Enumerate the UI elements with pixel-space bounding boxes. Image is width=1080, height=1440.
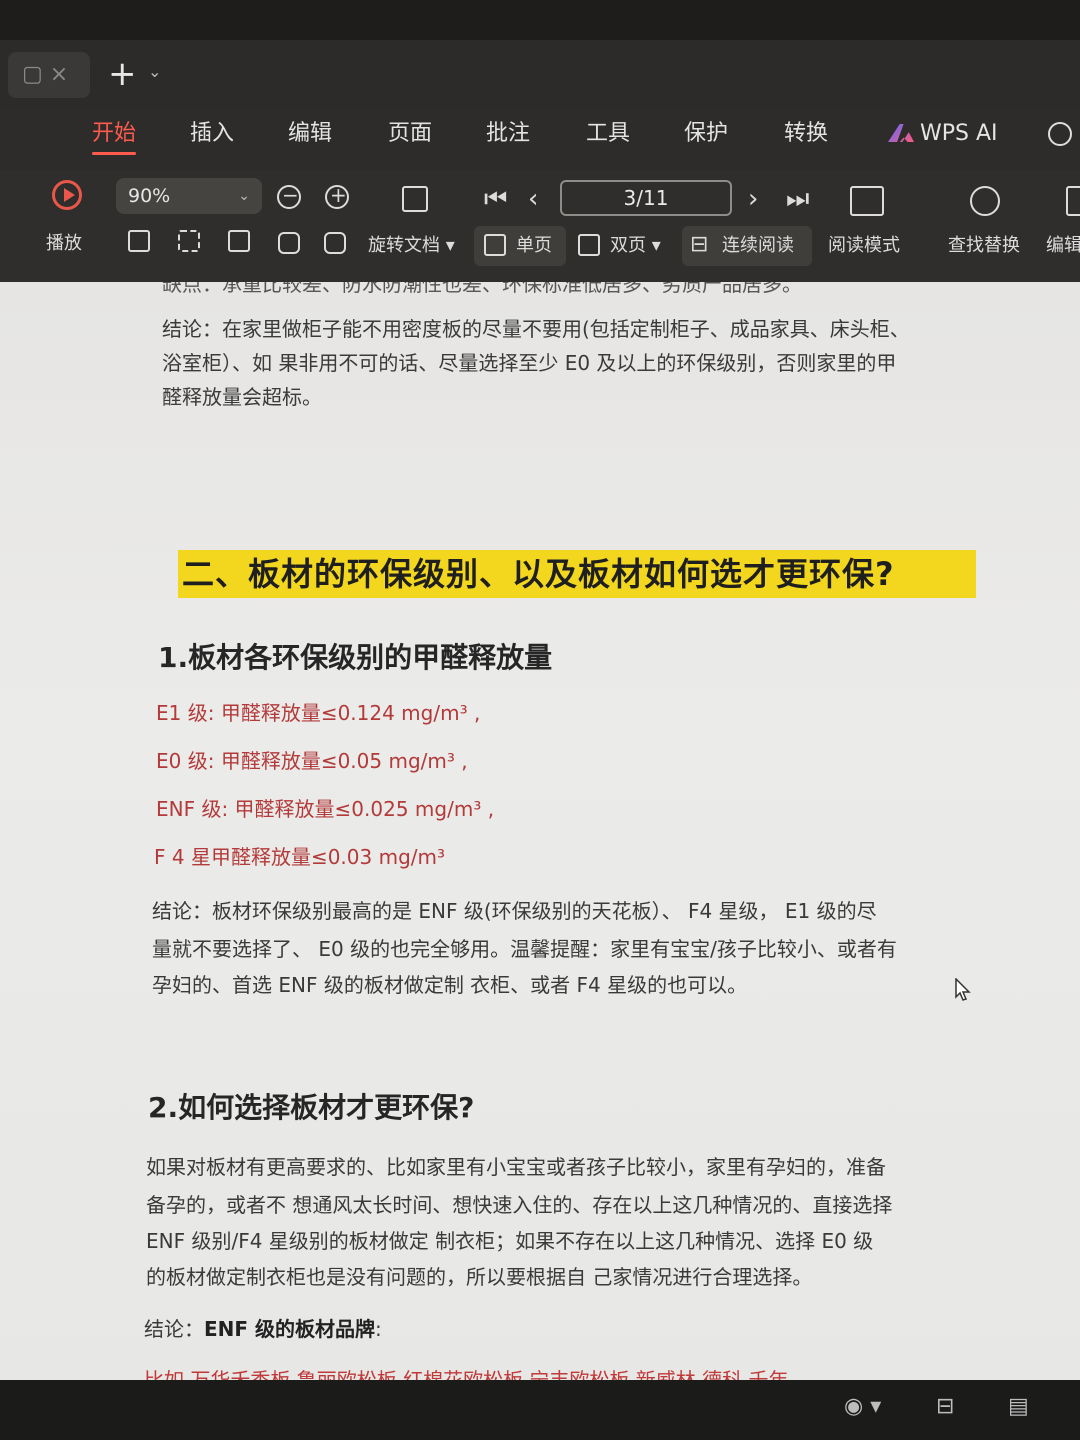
conclusion2-line3: 孕妇的、首选 ENF 级的板材做定制 衣柜、或者 F4 星级的也可以。 xyxy=(152,973,748,997)
menu-tools[interactable]: 工具 xyxy=(586,118,630,150)
double-page-button[interactable]: 双页 ▾ xyxy=(610,234,661,258)
search-icon[interactable] xyxy=(1048,122,1072,146)
fit-page-icon[interactable] xyxy=(178,230,200,252)
menu-protect[interactable]: 保护 xyxy=(684,118,728,150)
screen-bezel xyxy=(0,0,1080,40)
chevron-down-icon: ⌄ xyxy=(238,188,250,204)
read-mode-button[interactable]: 阅读模式 xyxy=(828,234,900,258)
actual-size-icon[interactable] xyxy=(128,230,150,252)
status-bar xyxy=(0,1380,1080,1440)
zoom-in-plus-icon: + xyxy=(330,183,347,207)
double-page-label: 双页 xyxy=(610,235,646,256)
edit-icon[interactable] xyxy=(1066,186,1080,216)
first-page-icon[interactable]: ⏮ xyxy=(484,184,507,214)
prev-page-icon[interactable]: ‹ xyxy=(528,184,538,214)
active-tab-indicator xyxy=(92,152,136,155)
book-icon[interactable] xyxy=(850,186,884,216)
find-icon[interactable] xyxy=(970,186,1000,216)
para2-line1: 如果对板材有更高要求的、比如家里有小宝宝或者孩子比较小，家里有孕妇的，准备 xyxy=(146,1155,886,1179)
fit-width-icon[interactable] xyxy=(228,230,250,252)
edit-button[interactable]: 编辑 xyxy=(1046,234,1080,258)
zoom-out-minus-icon: − xyxy=(282,183,299,207)
conclusion3-suffix: : xyxy=(375,1317,382,1341)
rotate-right-icon[interactable] xyxy=(324,232,346,254)
continuous-view-icon[interactable]: ⊟ xyxy=(936,1392,954,1422)
single-page-icon xyxy=(484,234,506,256)
conclusion1-line3: 醛释放量会超标。 xyxy=(162,385,322,409)
tab-strip xyxy=(0,40,1080,110)
browser-tab[interactable]: ▢ × xyxy=(8,52,90,98)
subheading-1: 1.板材各环保级别的甲醛释放量 xyxy=(158,641,553,674)
rotate-document-label: 旋转文档 xyxy=(368,235,440,256)
rotate-left-icon[interactable] xyxy=(278,232,300,254)
conclusion3-prefix: 结论： xyxy=(144,1317,204,1341)
menu-start[interactable]: 开始 xyxy=(92,118,136,150)
cut-off-brands-line: 比如 万华禾香板 鲁丽欧松板 红棉花欧松板 宁丰欧松板 新威林 德科 千年 xyxy=(144,1368,789,1380)
conclusion3: 结论：ENF 级的板材品牌: xyxy=(144,1312,382,1346)
mouse-cursor-icon xyxy=(955,978,971,1001)
eye-icon[interactable]: ◉ ▾ xyxy=(844,1392,881,1422)
continuous-reading-icon: ⊟ xyxy=(690,232,709,257)
section-heading: 二、板材的环保级别、以及板材如何选才更环保? xyxy=(182,555,895,593)
conclusion2-line1: 结论：板材环保级别最高的是 ENF 级(环保级别的天花板）、 F4 星级， E1… xyxy=(152,899,877,923)
split-page-icon[interactable] xyxy=(402,186,428,212)
page-number-input[interactable]: 3/11 xyxy=(560,180,732,216)
wps-ai-logo-icon xyxy=(888,124,914,142)
para2-line2: 备孕的，或者不 想通风太长时间、想快速入住的、存在以上这几种情况的、直接选择 xyxy=(146,1193,893,1217)
subheading-2: 2.如何选择板材才更环保? xyxy=(148,1091,475,1124)
wps-ai-label: WPS AI xyxy=(920,121,998,146)
menu-insert[interactable]: 插入 xyxy=(190,118,234,150)
new-tab-button[interactable]: + xyxy=(108,54,137,94)
para2-line4: 的板材做定制衣柜也是没有问题的，所以要根据自 己家情况进行合理选择。 xyxy=(146,1265,813,1289)
menu-comment[interactable]: 批注 xyxy=(486,118,530,150)
level-enf: ENF 级: 甲醛释放量≤0.025 mg/m³ , xyxy=(156,797,495,821)
rotate-document-button[interactable]: 旋转文档 ▾ xyxy=(368,234,455,258)
page-view-icon[interactable]: ▤ xyxy=(1008,1392,1029,1422)
last-page-icon[interactable]: ⏭ xyxy=(786,184,809,214)
conclusion1-line1: 结论：在家里做柜子能不用密度板的尽量不要用(包括定制柜子、成品家具、床头柜、 xyxy=(162,317,910,341)
para2-line3: ENF 级别/F4 星级别的板材做定 制衣柜；如果不存在以上这几种情况、选择 E… xyxy=(146,1229,874,1253)
play-icon[interactable] xyxy=(52,180,82,210)
cut-off-line: 缺点：承重比较差、防水防潮性也差、环保标准低居多、劣质产品居多。 xyxy=(162,282,802,296)
zoom-select[interactable]: 90% ⌄ xyxy=(116,178,262,214)
document-page[interactable]: 缺点：承重比较差、防水防潮性也差、环保标准低居多、劣质产品居多。 结论：在家里做… xyxy=(0,282,1080,1380)
wps-ai-button[interactable]: WPS AI xyxy=(888,118,998,150)
menu-edit[interactable]: 编辑 xyxy=(288,118,332,150)
level-f4: F 4 星甲醛释放量≤0.03 mg/m³ xyxy=(154,845,446,869)
find-replace-button[interactable]: 查找替换 xyxy=(948,234,1020,258)
menu-convert[interactable]: 转换 xyxy=(784,118,828,150)
zoom-value: 90% xyxy=(128,185,171,207)
conclusion2-line2: 量就不要选择了、 E0 级的也完全够用。温馨提醒：家里有宝宝/孩子比较小、或者有 xyxy=(152,937,897,961)
single-page-label: 单页 xyxy=(516,235,552,256)
conclusion1-line2: 浴室柜）、如 果非用不可的话、尽量选择至少 E0 及以上的环保级别，否则家里的甲 xyxy=(162,351,897,375)
next-page-icon[interactable]: › xyxy=(748,184,758,214)
level-e1: E1 级: 甲醛释放量≤0.124 mg/m³ , xyxy=(156,701,481,725)
continuous-reading-label: 连续阅读 xyxy=(722,235,794,256)
chevron-down-icon[interactable]: ⌄ xyxy=(148,62,161,81)
double-page-icon[interactable] xyxy=(578,234,600,256)
level-e0: E0 级: 甲醛释放量≤0.05 mg/m³ , xyxy=(156,749,468,773)
conclusion3-bold: ENF 级的板材品牌 xyxy=(204,1317,376,1341)
menu-page[interactable]: 页面 xyxy=(388,118,432,150)
play-label[interactable]: 播放 xyxy=(46,232,82,256)
